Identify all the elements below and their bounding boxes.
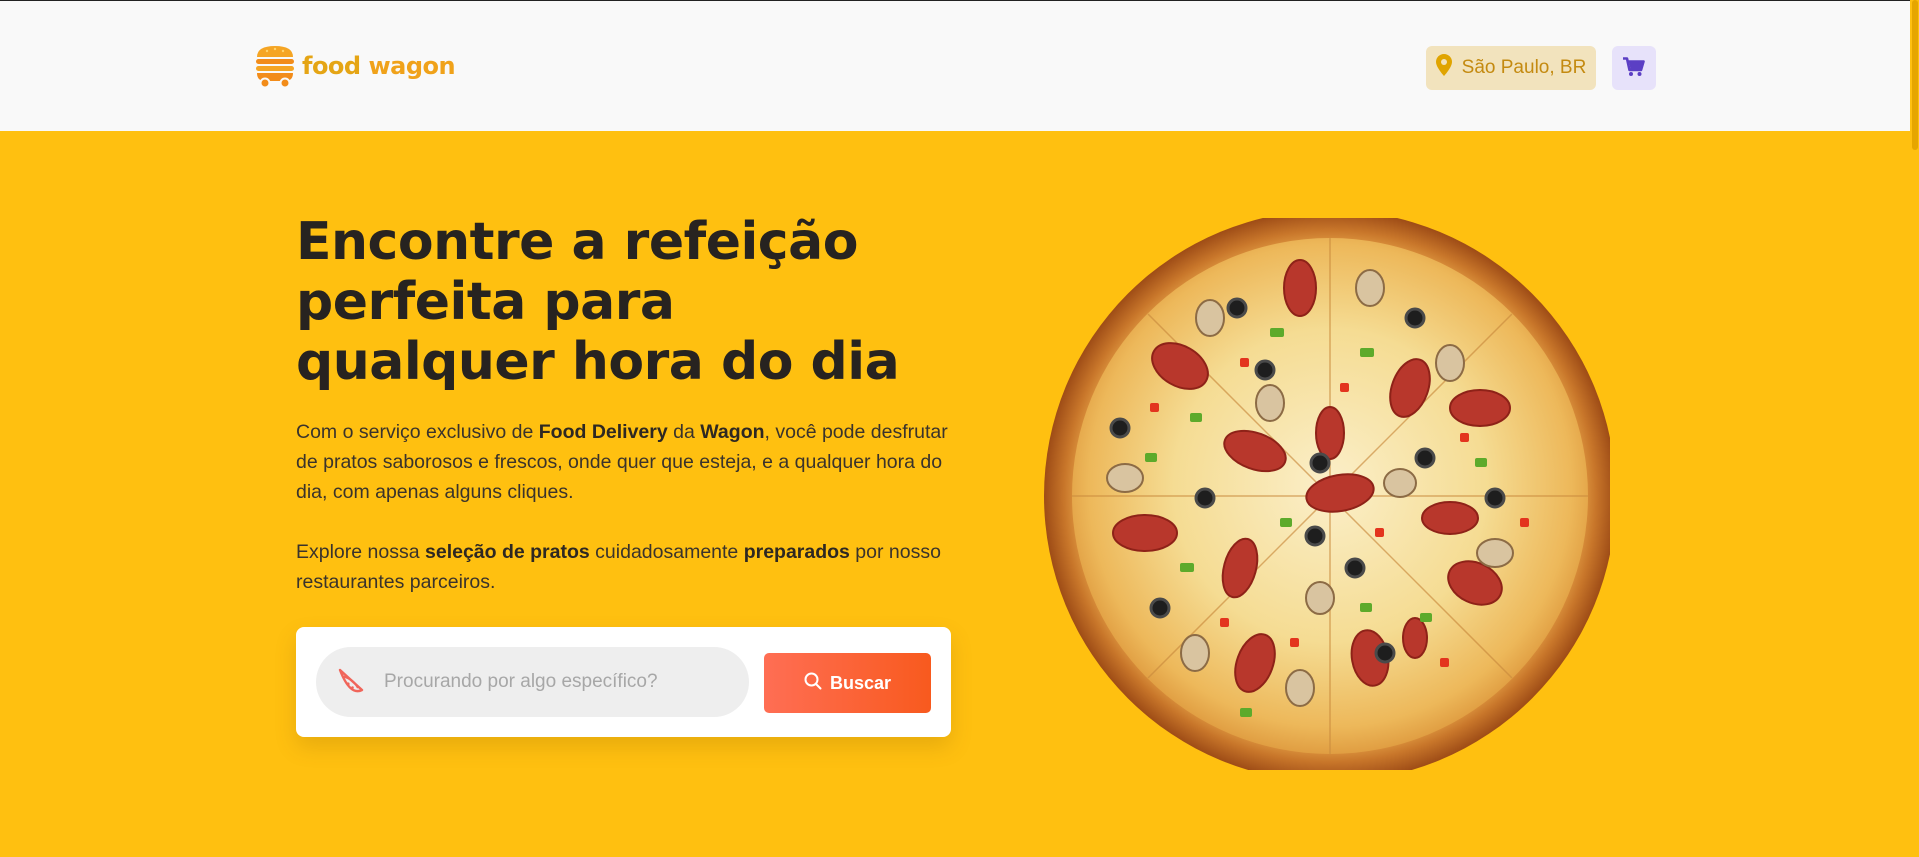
location-label: São Paulo, BR [1461,57,1587,78]
logo-word-wagon: wagon [368,52,456,80]
location-pin-icon [1435,54,1452,82]
hero-description: Com o serviço exclusivo de Food Delivery… [296,417,966,507]
logo-word-food: food [302,52,361,80]
cart-icon [1621,56,1645,80]
pizza-slice-icon [336,666,364,699]
search-icon [804,672,822,695]
hero-explore-text: Explore nossa seleção de pratos cuidados… [296,537,966,597]
search-button[interactable]: Buscar [764,653,931,713]
logo-link[interactable]: food wagon [254,43,456,89]
hero-title: Encontre a refeição perfeita para qualqu… [296,212,900,392]
cart-button[interactable] [1612,46,1656,90]
search-button-label: Buscar [829,672,892,693]
hero-p1-bold-1: Food Delivery [538,421,668,443]
search-card: Buscar [296,627,951,737]
hero-p1-text-1: Com o serviço exclusivo de [296,421,539,443]
scrollbar-thumb[interactable] [1912,0,1918,150]
hero-p1-text-2: da [667,421,701,443]
hero-p2-bold-2: preparados [743,541,850,563]
logo-text: food wagon [302,52,456,80]
hero-p2-text-1: Explore nossa [296,541,425,563]
search-field [316,647,749,717]
hero-p2-bold-1: seleção de pratos [425,541,590,563]
location-button[interactable]: São Paulo, BR [1426,46,1596,90]
site-header: food wagon São Paulo, BR [0,1,1910,131]
page-scrollbar[interactable] [1910,0,1919,857]
hero-p1-bold-2: Wagon [700,421,765,443]
hero-p2-text-2: cuidadosamente [589,541,744,563]
food-wagon-logo-icon [254,43,296,89]
pizza-image [1030,210,1616,782]
search-input[interactable] [382,670,726,694]
